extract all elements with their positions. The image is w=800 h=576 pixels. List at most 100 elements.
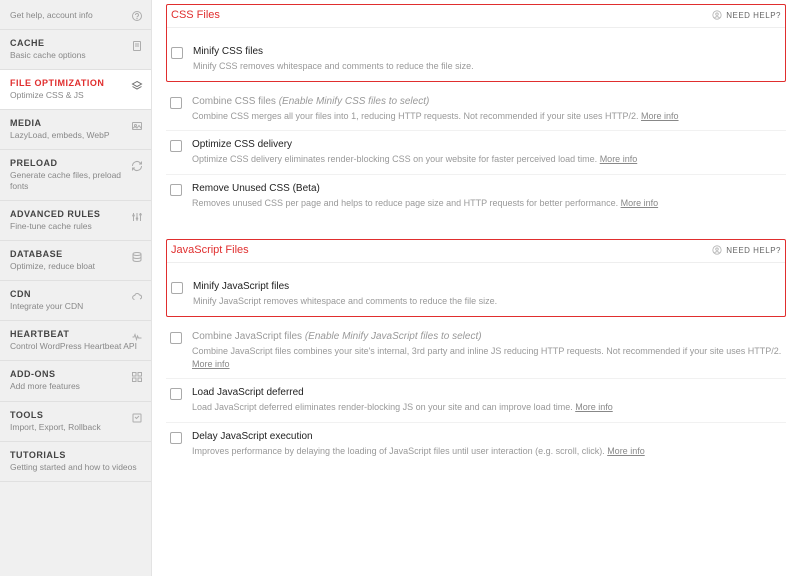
cache-icon <box>131 40 143 52</box>
need-help-label: NEED HELP? <box>726 246 781 255</box>
option-checkbox[interactable] <box>171 47 183 59</box>
section-javascript-files: JavaScript Files NEED HELP? Minify JavaScr… <box>166 239 786 465</box>
sidebar-item-title: ADVANCED RULES <box>10 209 141 219</box>
sidebar-item-title: CDN <box>10 289 141 299</box>
option-checkbox[interactable] <box>170 97 182 109</box>
sidebar-item-subtitle: LazyLoad, embeds, WebP <box>10 130 141 141</box>
sidebar-item-title: MEDIA <box>10 118 141 128</box>
option-checkbox[interactable] <box>171 282 183 294</box>
database-icon <box>131 251 143 263</box>
need-help-link[interactable]: NEED HELP? <box>712 10 781 20</box>
option-suffix: (Enable Minify CSS files to select) <box>279 96 430 107</box>
option-title: Delay JavaScript execution <box>192 431 782 442</box>
option-description: Minify CSS removes whitespace and commen… <box>193 60 781 73</box>
sidebar-item-title: CACHE <box>10 38 141 48</box>
option-title-text: Combine JavaScript files <box>192 331 302 342</box>
sidebar-item-subtitle: Getting started and how to videos <box>10 462 141 473</box>
sidebar-item-subtitle: Control WordPress Heartbeat API <box>10 341 141 352</box>
option-description: Minify JavaScript removes whitespace and… <box>193 295 781 308</box>
help-icon <box>131 10 143 22</box>
option-row: Optimize CSS deliveryOptimize CSS delive… <box>166 131 786 175</box>
need-help-link[interactable]: NEED HELP? <box>712 245 781 255</box>
sidebar-item-tools[interactable]: TOOLS Import, Export, Rollback <box>0 402 151 442</box>
option-body: Combine CSS files (Enable Minify CSS fil… <box>192 96 782 123</box>
heart-icon <box>131 331 143 343</box>
more-info-link[interactable]: More info <box>607 446 645 456</box>
sidebar-item-subtitle: Basic cache options <box>10 50 141 61</box>
need-help-label: NEED HELP? <box>726 11 781 20</box>
option-title: Load JavaScript deferred <box>192 387 782 398</box>
option-row: Minify CSS files Minify CSS removes white… <box>167 38 785 81</box>
layers-icon <box>131 80 143 92</box>
option-description: Improves performance by delaying the loa… <box>192 445 782 458</box>
option-title-text: Load JavaScript deferred <box>192 387 304 398</box>
option-description: Combine CSS merges all your files into 1… <box>192 110 782 123</box>
sidebar-item-advanced-rules[interactable]: ADVANCED RULES Fine-tune cache rules <box>0 201 151 241</box>
sidebar-item-title: ADD-ONS <box>10 369 141 379</box>
option-title-text: Remove Unused CSS (Beta) <box>192 183 320 194</box>
sidebar-item-subtitle: Fine-tune cache rules <box>10 221 141 232</box>
option-title: Optimize CSS delivery <box>192 139 782 150</box>
option-body: Minify CSS files Minify CSS removes white… <box>193 46 781 73</box>
sidebar-item-title: HEARTBEAT <box>10 329 141 339</box>
option-row: Delay JavaScript execution Improves perfo… <box>166 423 786 466</box>
more-info-link[interactable]: More info <box>575 402 613 412</box>
sidebar-item-title: PRELOAD <box>10 158 141 168</box>
sidebar-item-subtitle: Generate cache files, preload fonts <box>10 170 141 192</box>
option-checkbox[interactable] <box>170 140 182 152</box>
option-title-text: Minify CSS files <box>193 46 263 57</box>
option-checkbox[interactable] <box>170 388 182 400</box>
main-panel: CSS FilesNEED HELP?Minify CSS filesMinif… <box>152 0 800 576</box>
sidebar-item-title: DATABASE <box>10 249 141 259</box>
section-title: JavaScript Files <box>171 244 249 256</box>
sidebar-item-file-optimization[interactable]: FILE OPTIMIZATIONOptimize CSS & JS <box>0 70 151 110</box>
sidebar-item-media[interactable]: MEDIA LazyLoad, embeds, WebP <box>0 110 151 150</box>
option-body: Delay JavaScript execution Improves perfo… <box>192 431 782 458</box>
option-description: Removes unused CSS per page and helps to… <box>192 197 782 210</box>
option-title-text: Combine CSS files <box>192 96 276 107</box>
sidebar-item-database[interactable]: DATABASEOptimize, reduce bloat <box>0 241 151 281</box>
more-info-link[interactable]: More info <box>600 154 638 164</box>
sidebar-item-help[interactable]: Get help, account info <box>0 0 151 30</box>
highlight-box: CSS FilesNEED HELP?Minify CSS filesMinif… <box>166 4 786 82</box>
option-checkbox[interactable] <box>170 184 182 196</box>
option-title: Combine CSS files (Enable Minify CSS fil… <box>192 96 782 107</box>
sidebar-item-heartbeat[interactable]: HEARTBEAT Control WordPress Heartbeat API <box>0 321 151 361</box>
option-title-text: Optimize CSS delivery <box>192 139 292 150</box>
cloud-icon <box>131 291 143 303</box>
option-body: Load JavaScript deferredLoad JavaScript … <box>192 387 782 414</box>
addons-icon <box>131 371 143 383</box>
sidebar-item-subtitle: Add more features <box>10 381 141 392</box>
app-root: Get help, account info CACHE Basic cache o… <box>0 0 800 576</box>
sidebar-item-tutorials[interactable]: TUTORIALS Getting started and how to vide… <box>0 442 151 482</box>
sidebar-item-cache[interactable]: CACHE Basic cache options <box>0 30 151 70</box>
section-header: JavaScript Files NEED HELP? <box>167 240 785 263</box>
option-title: Remove Unused CSS (Beta) <box>192 183 782 194</box>
sliders-icon <box>131 211 143 223</box>
option-row: Remove Unused CSS (Beta) Removes unused C… <box>166 175 786 218</box>
sidebar-item-preload[interactable]: PRELOAD Generate cache files, preload fon… <box>0 150 151 201</box>
more-info-link[interactable]: More info <box>192 359 230 369</box>
sidebar-item-subtitle: Integrate your CDN <box>10 301 141 312</box>
sidebar-item-title: TUTORIALS <box>10 450 141 460</box>
section-header: CSS FilesNEED HELP? <box>167 5 785 28</box>
sidebar-item-subtitle: Import, Export, Rollback <box>10 422 141 433</box>
sidebar-item-add-ons[interactable]: ADD-ONS Add more features <box>0 361 151 401</box>
section-css-files: CSS FilesNEED HELP?Minify CSS filesMinif… <box>166 4 786 217</box>
sidebar-item-subtitle: Get help, account info <box>10 10 141 21</box>
more-info-link[interactable]: More info <box>641 111 679 121</box>
option-body: Remove Unused CSS (Beta) Removes unused C… <box>192 183 782 210</box>
highlight-box: JavaScript Files NEED HELP? Minify JavaScr… <box>166 239 786 317</box>
option-row: Combine CSS files (Enable Minify CSS fil… <box>166 88 786 132</box>
option-row: Combine JavaScript files (Enable Minify … <box>166 323 786 379</box>
sidebar-item-cdn[interactable]: CDN Integrate your CDN <box>0 281 151 321</box>
option-checkbox[interactable] <box>170 332 182 344</box>
option-checkbox[interactable] <box>170 432 182 444</box>
option-row: Load JavaScript deferredLoad JavaScript … <box>166 379 786 423</box>
option-description: Combine JavaScript files combines your s… <box>192 345 782 370</box>
more-info-link[interactable]: More info <box>621 198 659 208</box>
option-body: Optimize CSS deliveryOptimize CSS delive… <box>192 139 782 166</box>
refresh-icon <box>131 160 143 172</box>
option-body: Minify JavaScript filesMinify JavaScript… <box>193 281 781 308</box>
sidebar-item-title: TOOLS <box>10 410 141 420</box>
